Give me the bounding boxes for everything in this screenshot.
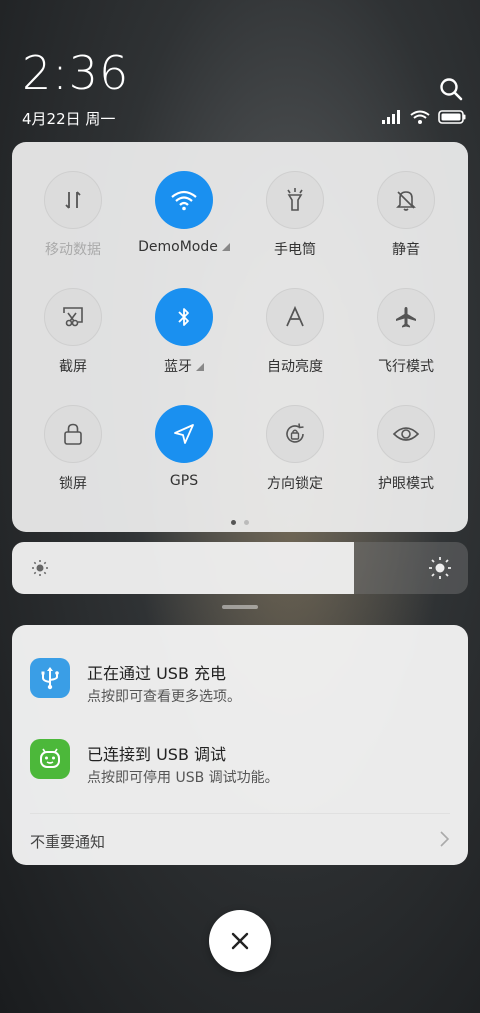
divider	[30, 813, 450, 814]
tile-screenshot[interactable]: 截屏	[17, 288, 129, 376]
lock-icon	[44, 405, 102, 463]
date: 4月22日 周一	[22, 110, 116, 128]
tile-label: GPS	[169, 473, 199, 489]
close-icon	[231, 932, 249, 950]
quick-settings-panel: 移动数据 DemoMode 手电筒 静音 截屏 蓝牙 自动亮度 飞行模式 锁屏 …	[12, 142, 468, 532]
notification-title: 正在通过 USB 充电	[87, 664, 227, 683]
tile-label: 静音	[392, 242, 420, 258]
tile-label: 锁屏	[59, 476, 87, 492]
tile-label: 自动亮度	[267, 359, 323, 375]
tile-mute[interactable]: 静音	[350, 171, 462, 259]
auto-brightness-icon	[266, 288, 324, 346]
tile-label: 手电筒	[274, 242, 316, 258]
brightness-high-icon	[429, 557, 451, 579]
page-dot-active	[231, 520, 236, 525]
bluetooth-icon	[155, 288, 213, 346]
android-icon	[30, 739, 70, 779]
tile-gps[interactable]: GPS	[128, 405, 240, 489]
notification-panel: 正在通过 USB 充电 点按即可查看更多选项。 已连接到 USB 调试 点按即可…	[12, 625, 468, 865]
wifi-icon	[155, 171, 213, 229]
tile-lock-screen[interactable]: 锁屏	[17, 405, 129, 493]
notification-title: 已连接到 USB 调试	[87, 745, 227, 764]
airplane-icon	[377, 288, 435, 346]
bell-off-icon	[377, 171, 435, 229]
status-bar-icons	[382, 108, 466, 126]
notification-body: 点按即可停用 USB 调试功能。	[87, 770, 279, 786]
search-icon[interactable]	[438, 76, 464, 102]
clock: 2:36	[22, 46, 130, 100]
tile-label: 移动数据	[45, 242, 101, 258]
brightness-fill	[12, 542, 354, 594]
brightness-low-icon	[32, 560, 48, 576]
tile-auto-brightness[interactable]: 自动亮度	[239, 288, 351, 376]
unimportant-notifications-link[interactable]: 不重要通知	[30, 831, 105, 852]
drag-handle[interactable]	[222, 605, 258, 609]
screenshot-icon	[44, 288, 102, 346]
page-dot[interactable]	[244, 520, 249, 525]
tile-label: 护眼模式	[378, 476, 434, 492]
usb-icon	[30, 658, 70, 698]
notification-usb-debugging[interactable]: 已连接到 USB 调试 点按即可停用 USB 调试功能。	[30, 739, 450, 786]
wifi-status-icon	[410, 110, 430, 124]
battery-icon	[438, 110, 466, 124]
tile-rotation-lock[interactable]: 方向锁定	[239, 405, 351, 493]
mobile-data-icon	[44, 171, 102, 229]
expand-corner-icon	[196, 363, 204, 371]
tile-wifi[interactable]: DemoMode	[128, 171, 240, 255]
tile-label: 飞行模式	[378, 359, 434, 375]
expand-corner-icon	[221, 243, 230, 251]
page-indicator	[12, 520, 468, 525]
tile-flashlight[interactable]: 手电筒	[239, 171, 351, 259]
tile-label: 蓝牙	[128, 356, 240, 376]
signal-icon	[382, 110, 400, 124]
tile-mobile-data[interactable]: 移动数据	[17, 171, 129, 259]
clear-all-button[interactable]	[209, 910, 271, 972]
tile-eye-care[interactable]: 护眼模式	[350, 405, 462, 493]
rotation-lock-icon	[266, 405, 324, 463]
tile-bluetooth[interactable]: 蓝牙	[128, 288, 240, 376]
notification-body: 点按即可查看更多选项。	[87, 689, 241, 705]
gps-icon	[155, 405, 213, 463]
eye-icon	[377, 405, 435, 463]
tile-label: 截屏	[59, 359, 87, 375]
tile-airplane-mode[interactable]: 飞行模式	[350, 288, 462, 376]
tile-label: DemoMode	[128, 239, 240, 255]
chevron-right-icon[interactable]	[436, 829, 452, 849]
flashlight-icon	[266, 171, 324, 229]
brightness-slider[interactable]	[12, 542, 468, 594]
tile-label: 方向锁定	[267, 476, 323, 492]
notification-usb-charging[interactable]: 正在通过 USB 充电 点按即可查看更多选项。	[30, 658, 450, 705]
